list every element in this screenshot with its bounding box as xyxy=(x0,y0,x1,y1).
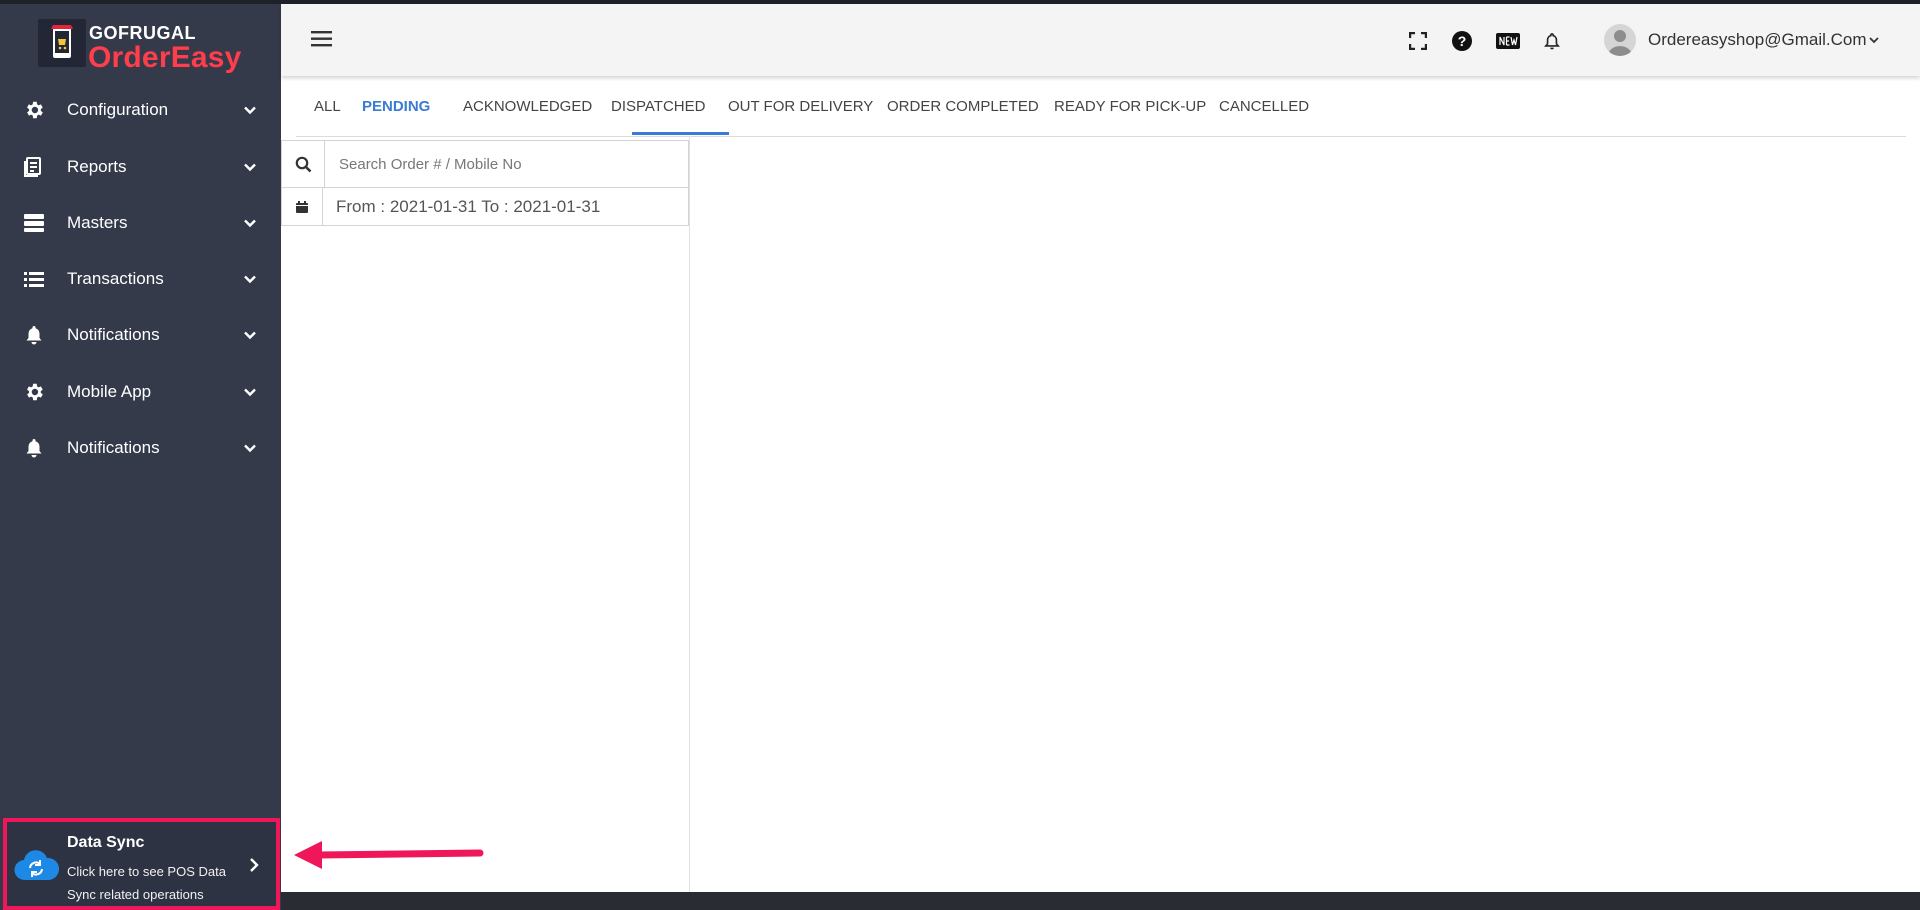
order-status-tabs: ALL PENDING ACKNOWLEDGED DISPATCHED OUT … xyxy=(296,76,1906,137)
sidebar-item-label: Reports xyxy=(67,157,127,176)
main-content: ? Ordereasyshop@Gmail.Com ALL PENDING AC… xyxy=(281,4,1920,892)
sidebar-item-reports[interactable]: Reports xyxy=(0,140,281,194)
data-sync-subtitle: Click here to see POS Data Sync related … xyxy=(67,864,226,902)
report-icon xyxy=(22,155,46,179)
chevron-down-icon xyxy=(240,213,260,233)
annotation-arrow-icon xyxy=(294,841,484,869)
brand-main: OrderEasy xyxy=(88,41,242,74)
sidebar: GOFRUGAL OrderEasy Configuration Reports… xyxy=(0,4,281,910)
tab-cancelled[interactable]: CANCELLED xyxy=(1219,76,1309,136)
brand-logo[interactable]: GOFRUGAL OrderEasy xyxy=(38,15,268,74)
date-range-text: From : 2021-01-31 To : 2021-01-31 xyxy=(336,197,601,216)
top-header: ? Ordereasyshop@Gmail.Com xyxy=(281,4,1920,76)
tab-acknowledged[interactable]: ACKNOWLEDGED xyxy=(463,76,592,136)
search-box xyxy=(281,140,689,188)
bell-icon xyxy=(22,323,46,347)
sidebar-item-label: Masters xyxy=(67,213,128,232)
sidebar-item-transactions[interactable]: Transactions xyxy=(0,252,281,306)
active-tab-indicator xyxy=(632,132,729,135)
sidebar-item-notifications-2[interactable]: Notifications xyxy=(0,421,281,475)
gear-icon xyxy=(22,98,46,122)
chevron-down-icon xyxy=(240,100,260,120)
tab-out-for-delivery[interactable]: OUT FOR DELIVERY xyxy=(728,76,873,136)
chevron-down-icon[interactable] xyxy=(1867,33,1881,47)
avatar[interactable] xyxy=(1604,24,1636,56)
cloud-sync-icon xyxy=(13,848,60,882)
tab-dispatched[interactable]: DISPATCHED xyxy=(611,76,705,136)
sidebar-item-label: Notifications xyxy=(67,325,160,344)
sidebar-item-label: Notifications xyxy=(67,438,160,457)
chevron-down-icon xyxy=(240,269,260,289)
help-icon[interactable]: ? xyxy=(1451,30,1473,52)
tab-all[interactable]: ALL xyxy=(314,76,341,136)
tab-order-completed[interactable]: ORDER COMPLETED xyxy=(887,76,1039,136)
date-range-picker[interactable]: From : 2021-01-31 To : 2021-01-31 xyxy=(281,188,689,226)
sidebar-item-mobile-app[interactable]: Mobile App xyxy=(0,365,281,419)
bell-icon xyxy=(22,436,46,460)
chevron-down-icon xyxy=(240,157,260,177)
sidebar-item-label: Configuration xyxy=(67,100,169,119)
gear-icon xyxy=(22,380,46,404)
search-icon[interactable] xyxy=(282,141,325,187)
chevron-down-icon xyxy=(240,325,260,345)
new-features-icon[interactable] xyxy=(1495,30,1521,52)
sidebar-item-masters[interactable]: Masters xyxy=(0,196,281,250)
tab-pending[interactable]: PENDING xyxy=(362,76,430,136)
order-list-panel: From : 2021-01-31 To : 2021-01-31 xyxy=(281,136,690,892)
tab-ready-for-pickup[interactable]: READY FOR PICK-UP xyxy=(1054,76,1206,136)
sidebar-item-label: Mobile App xyxy=(67,382,152,401)
search-input[interactable] xyxy=(325,141,687,187)
logo-icon xyxy=(38,19,86,67)
fullscreen-icon[interactable] xyxy=(1407,30,1429,52)
sidebar-item-notifications[interactable]: Notifications xyxy=(0,308,281,362)
calendar-icon[interactable] xyxy=(282,188,323,225)
bell-icon[interactable] xyxy=(1541,30,1563,52)
sidebar-item-label: Transactions xyxy=(67,269,164,288)
hamburger-menu-icon[interactable] xyxy=(311,30,333,48)
data-sync-button[interactable]: Data Sync Click here to see POS Data Syn… xyxy=(3,818,280,910)
list-icon xyxy=(22,267,46,291)
bottom-edge xyxy=(281,892,1920,910)
chevron-down-icon xyxy=(240,438,260,458)
server-icon xyxy=(22,211,46,235)
user-email[interactable]: Ordereasyshop@Gmail.Com xyxy=(1648,30,1867,50)
sidebar-item-configuration[interactable]: Configuration xyxy=(0,83,281,137)
svg-text:?: ? xyxy=(1458,33,1467,49)
chevron-right-icon xyxy=(245,856,263,874)
data-sync-title: Data Sync xyxy=(67,834,145,851)
chevron-down-icon xyxy=(240,382,260,402)
